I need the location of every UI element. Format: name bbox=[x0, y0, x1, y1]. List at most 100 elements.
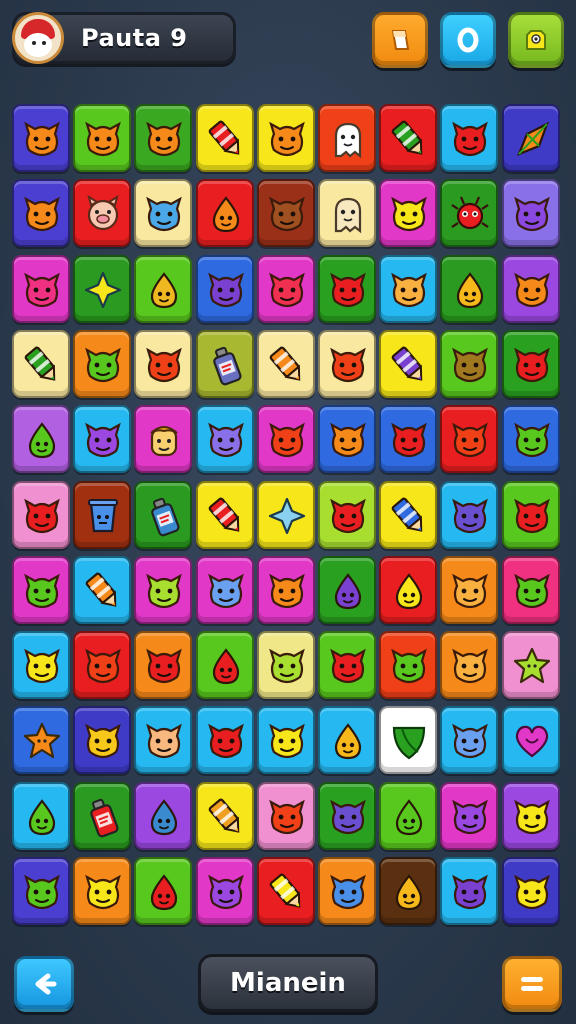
eraser-button[interactable] bbox=[372, 12, 428, 68]
grid-tile[interactable] bbox=[134, 405, 193, 474]
grid-tile[interactable] bbox=[379, 631, 438, 700]
grid-tile[interactable] bbox=[440, 480, 499, 549]
grid-tile[interactable] bbox=[501, 631, 560, 700]
grid-tile[interactable] bbox=[134, 480, 193, 549]
back-button[interactable] bbox=[14, 956, 74, 1012]
grid-tile[interactable] bbox=[440, 329, 499, 398]
grid-tile[interactable] bbox=[73, 329, 132, 398]
grid-tile[interactable] bbox=[12, 104, 70, 172]
grid-tile[interactable] bbox=[73, 781, 132, 850]
grid-tile[interactable] bbox=[379, 179, 438, 248]
grid-tile[interactable] bbox=[379, 480, 438, 549]
grid-tile[interactable] bbox=[256, 555, 315, 624]
grid-tile[interactable] bbox=[256, 480, 315, 549]
grid-tile[interactable] bbox=[440, 254, 499, 323]
grid-tile[interactable] bbox=[440, 104, 499, 172]
level-pill[interactable]: Pauta 9 bbox=[12, 12, 236, 64]
grid-tile[interactable] bbox=[501, 329, 560, 398]
grid-tile[interactable] bbox=[73, 480, 132, 549]
grid-tile[interactable] bbox=[318, 104, 376, 172]
menu-button[interactable] bbox=[502, 956, 562, 1012]
grid-tile[interactable] bbox=[256, 405, 315, 474]
grid-tile[interactable] bbox=[134, 555, 193, 624]
grid-tile[interactable] bbox=[195, 405, 254, 474]
grid-tile[interactable] bbox=[12, 781, 70, 850]
grid-tile[interactable] bbox=[73, 254, 132, 323]
grid-tile[interactable] bbox=[440, 555, 499, 624]
grid-tile[interactable] bbox=[256, 781, 315, 850]
grid-tile[interactable] bbox=[12, 329, 70, 398]
character-button[interactable] bbox=[508, 12, 564, 68]
grid-tile[interactable] bbox=[501, 555, 560, 624]
grid-tile[interactable] bbox=[134, 631, 193, 700]
grid-tile[interactable] bbox=[318, 555, 376, 624]
grid-tile[interactable] bbox=[12, 857, 70, 925]
grid-tile[interactable] bbox=[379, 104, 438, 172]
grid-tile[interactable] bbox=[501, 706, 560, 775]
grid-tile[interactable] bbox=[134, 329, 193, 398]
grid-tile[interactable] bbox=[379, 405, 438, 474]
grid-tile[interactable] bbox=[318, 254, 376, 323]
grid-tile[interactable] bbox=[256, 857, 315, 925]
ring-button[interactable] bbox=[440, 12, 496, 68]
grid-tile[interactable] bbox=[379, 254, 438, 323]
grid-tile[interactable] bbox=[501, 179, 560, 248]
grid-tile[interactable] bbox=[318, 631, 376, 700]
grid-tile[interactable] bbox=[195, 555, 254, 624]
grid-tile[interactable] bbox=[12, 706, 70, 775]
grid-tile[interactable] bbox=[379, 781, 438, 850]
grid-tile[interactable] bbox=[318, 781, 376, 850]
grid-tile[interactable] bbox=[73, 706, 132, 775]
grid-tile[interactable] bbox=[379, 555, 438, 624]
grid-tile[interactable] bbox=[318, 480, 376, 549]
grid-tile[interactable] bbox=[12, 555, 70, 624]
grid-tile[interactable] bbox=[440, 857, 499, 925]
grid-tile[interactable] bbox=[440, 405, 499, 474]
grid-tile[interactable] bbox=[12, 405, 70, 474]
grid-tile[interactable] bbox=[256, 631, 315, 700]
grid-tile[interactable] bbox=[501, 857, 560, 925]
grid-tile[interactable] bbox=[195, 781, 254, 850]
grid-tile[interactable] bbox=[134, 781, 193, 850]
grid-tile[interactable] bbox=[256, 254, 315, 323]
grid-tile[interactable] bbox=[12, 179, 70, 248]
grid-tile[interactable] bbox=[134, 104, 193, 172]
grid-tile[interactable] bbox=[12, 631, 70, 700]
grid-tile[interactable] bbox=[195, 104, 254, 172]
grid-tile[interactable] bbox=[318, 405, 376, 474]
grid-tile[interactable] bbox=[73, 405, 132, 474]
grid-tile[interactable] bbox=[73, 104, 132, 172]
grid-tile[interactable] bbox=[440, 631, 499, 700]
grid-tile[interactable] bbox=[318, 706, 376, 775]
grid-tile[interactable] bbox=[256, 179, 315, 248]
grid-tile[interactable] bbox=[501, 781, 560, 850]
grid-tile[interactable] bbox=[73, 631, 132, 700]
grid-tile[interactable] bbox=[195, 254, 254, 323]
grid-tile[interactable] bbox=[501, 104, 560, 172]
grid-tile[interactable] bbox=[73, 555, 132, 624]
grid-tile[interactable] bbox=[134, 706, 193, 775]
grid-tile[interactable] bbox=[318, 329, 376, 398]
main-menu-button[interactable]: Mianein bbox=[198, 954, 378, 1012]
grid-tile[interactable] bbox=[195, 480, 254, 549]
grid-tile[interactable] bbox=[379, 857, 438, 925]
grid-tile[interactable] bbox=[134, 254, 193, 323]
grid-tile[interactable] bbox=[501, 254, 560, 323]
grid-tile[interactable] bbox=[195, 329, 254, 398]
grid-tile[interactable] bbox=[12, 254, 70, 323]
grid-tile[interactable] bbox=[73, 857, 132, 925]
grid-tile[interactable] bbox=[256, 706, 315, 775]
grid-tile[interactable] bbox=[134, 857, 193, 925]
grid-tile[interactable] bbox=[12, 480, 70, 549]
grid-tile[interactable] bbox=[379, 706, 438, 775]
grid-tile[interactable] bbox=[73, 179, 132, 248]
grid-tile[interactable] bbox=[501, 480, 560, 549]
grid-tile[interactable] bbox=[318, 857, 376, 925]
grid-tile[interactable] bbox=[195, 857, 254, 925]
grid-tile[interactable] bbox=[501, 405, 560, 474]
grid-tile[interactable] bbox=[195, 179, 254, 248]
grid-tile[interactable] bbox=[318, 179, 376, 248]
grid-tile[interactable] bbox=[440, 706, 499, 775]
grid-tile[interactable] bbox=[379, 329, 438, 398]
grid-tile[interactable] bbox=[195, 706, 254, 775]
